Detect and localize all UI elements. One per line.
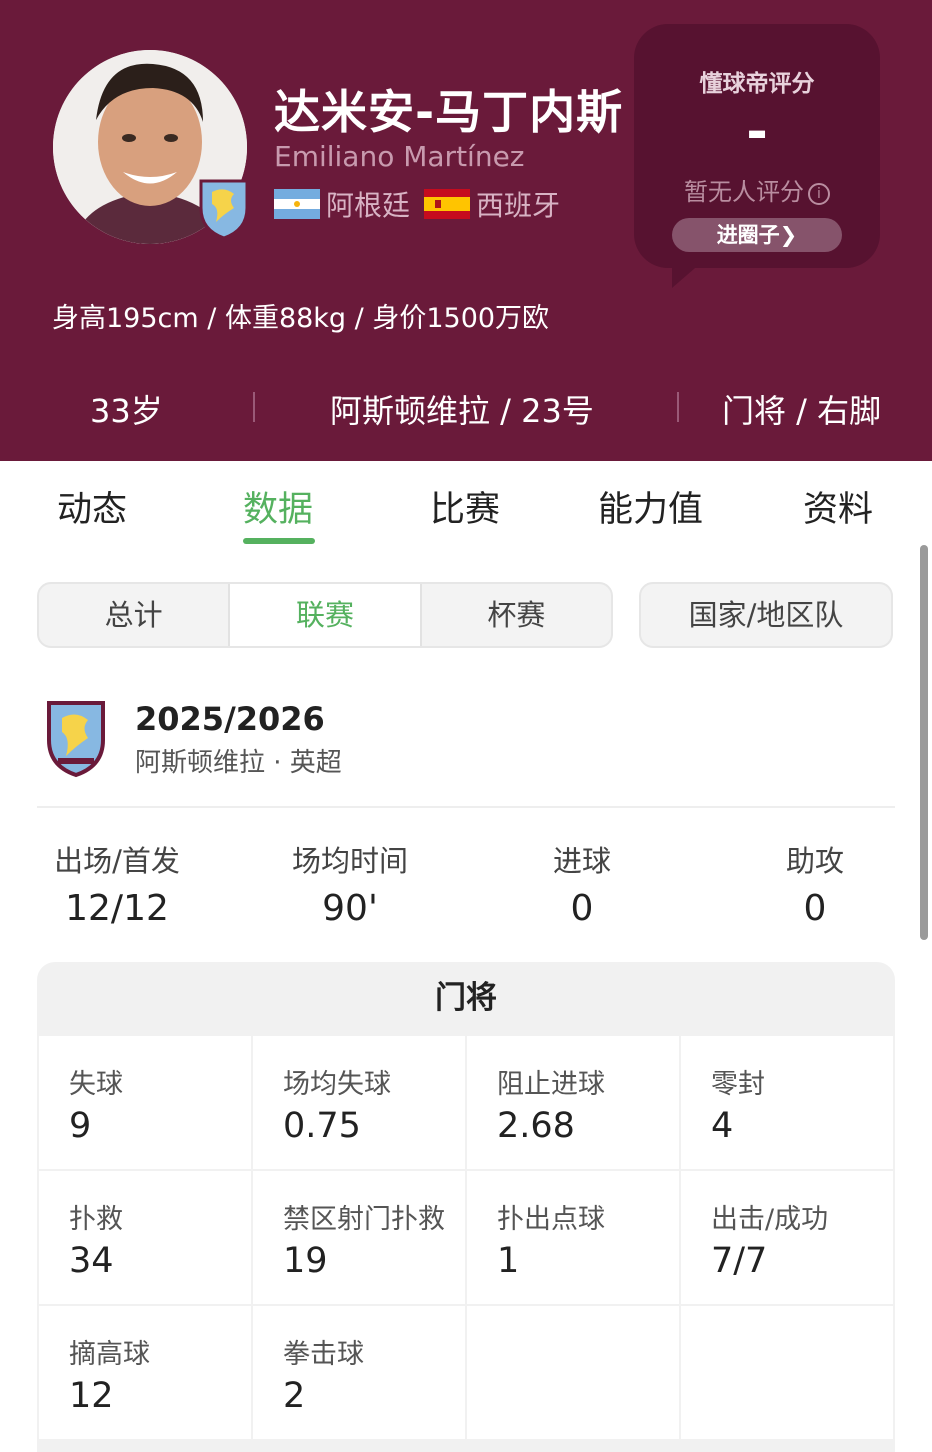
summary-value: 0 [570, 888, 594, 929]
summary-label: 助攻 [785, 844, 844, 878]
stat-value: 2 [283, 1376, 306, 1416]
stat-cell: 场均失球 0.75 [253, 1036, 465, 1169]
player-name-cn: 达米安-马丁内斯 [274, 85, 624, 139]
meta-divider [677, 392, 679, 422]
player-header: 达米安-马丁内斯 Emiliano Martínez 阿根廷 西班牙 身高195… [0, 0, 932, 461]
nationality-row: 阿根廷 西班牙 [274, 186, 574, 222]
stat-cell: 禁区射门扑救 19 [253, 1171, 465, 1304]
stat-value: 9 [69, 1106, 92, 1146]
stat-value: 1 [497, 1241, 520, 1281]
summary-label: 场均时间 [291, 844, 408, 878]
player-age: 33岁 [90, 392, 163, 430]
stat-cell: 拳击球 2 [253, 1306, 465, 1439]
stat-value: 0.75 [283, 1106, 361, 1146]
tab-ability[interactable]: 能力值 [598, 481, 703, 532]
tab-data[interactable]: 数据 [243, 481, 313, 532]
stat-label: 拳击球 [283, 1339, 364, 1370]
stat-value: 19 [283, 1241, 328, 1281]
goalkeeping-title: 门将 [435, 980, 497, 1016]
stat-cell: 出击/成功 7/7 [681, 1171, 893, 1304]
stat-label: 禁区射门扑救 [283, 1204, 445, 1235]
player-name-en: Emiliano Martínez [274, 140, 525, 173]
season-year[interactable]: 2025/2026 [135, 700, 325, 738]
summary-assists: 助攻 0 [715, 838, 915, 929]
player-club-number[interactable]: 阿斯顿维拉 / 23号 [330, 386, 594, 432]
scrollbar[interactable] [920, 545, 928, 940]
tab-matches[interactable]: 比赛 [430, 481, 500, 532]
stat-label: 场均失球 [283, 1069, 391, 1100]
stat-value: 4 [711, 1106, 734, 1146]
stat-cell: 扑救 34 [39, 1171, 251, 1304]
stat-cell-empty [467, 1306, 679, 1439]
summary-value: 90' [322, 888, 378, 929]
rating-note-text: 暂无人评分 [684, 178, 804, 206]
filter-league[interactable]: 联赛 [230, 584, 422, 646]
divider [37, 806, 895, 808]
rating-note: 暂无人评分 i [634, 172, 880, 207]
rating-value: - [746, 102, 768, 162]
stat-label: 出击/成功 [711, 1204, 829, 1235]
stat-label: 零封 [711, 1069, 765, 1100]
summary-label: 进球 [552, 844, 611, 878]
tab-profile[interactable]: 资料 [803, 481, 873, 532]
rating-card-tail [672, 262, 702, 288]
stat-label: 摘高球 [69, 1339, 150, 1370]
aston-villa-badge-icon [198, 178, 250, 240]
summary-goals: 进球 0 [482, 838, 682, 929]
stat-cell: 阻止进球 2.68 [467, 1036, 679, 1169]
summary-value: 0 [803, 888, 827, 929]
stat-label: 扑出点球 [497, 1204, 605, 1235]
spain-flag-icon [424, 189, 471, 219]
filter-cup[interactable]: 杯赛 [422, 584, 611, 646]
summary-label: 出场/首发 [54, 844, 180, 878]
rating-title: 懂球帝评分 [699, 71, 815, 97]
summary-value: 12/12 [65, 888, 169, 929]
player-meta-row: 33岁 阿斯顿维拉 / 23号 门将 / 右脚 [0, 380, 932, 436]
stat-value: 12 [69, 1376, 114, 1416]
season-team-league: 阿斯顿维拉 · 英超 [135, 748, 342, 778]
nationality-1: 阿根廷 [326, 189, 411, 222]
rating-card: 懂球帝评分 - 暂无人评分 i 进圈子❯ [634, 24, 880, 268]
stat-cell: 零封 4 [681, 1036, 893, 1169]
stat-value: 7/7 [711, 1241, 768, 1281]
argentina-flag-icon [274, 189, 320, 219]
player-bio: 身高195cm / 体重88kg / 身价1500万欧 [52, 303, 550, 334]
stat-label: 扑救 [69, 1204, 123, 1235]
competition-filter: 总计 联赛 杯赛 [37, 582, 613, 648]
profile-tabs: 动态 数据 比赛 能力值 资料 [0, 461, 932, 551]
meta-divider [253, 392, 255, 422]
summary-minutes: 场均时间 90' [250, 838, 450, 929]
filter-total[interactable]: 总计 [39, 584, 231, 646]
info-icon[interactable]: i [808, 183, 830, 205]
player-position-foot: 门将 / 右脚 [722, 392, 882, 430]
nationality-2: 西班牙 [476, 189, 561, 222]
tab-dynamics[interactable]: 动态 [57, 481, 127, 532]
summary-appearances: 出场/首发 12/12 [17, 838, 217, 929]
aston-villa-badge-icon [46, 700, 106, 778]
active-tab-indicator [243, 538, 315, 544]
stat-value: 2.68 [497, 1106, 575, 1146]
stat-cell-empty [681, 1306, 893, 1439]
stat-label: 阻止进球 [497, 1069, 605, 1100]
join-circle-button[interactable]: 进圈子❯ [672, 218, 842, 252]
stat-value: 34 [69, 1241, 114, 1281]
stat-cell: 失球 9 [39, 1036, 251, 1169]
stat-label: 失球 [69, 1069, 123, 1100]
filter-national-team[interactable]: 国家/地区队 [639, 582, 893, 648]
stat-cell: 摘高球 12 [39, 1306, 251, 1439]
stat-cell: 扑出点球 1 [467, 1171, 679, 1304]
goalkeeping-stats-table: 门将 失球 9 场均失球 0.75 阻止进球 2.68 零封 4 扑救 34 禁… [37, 962, 895, 1452]
